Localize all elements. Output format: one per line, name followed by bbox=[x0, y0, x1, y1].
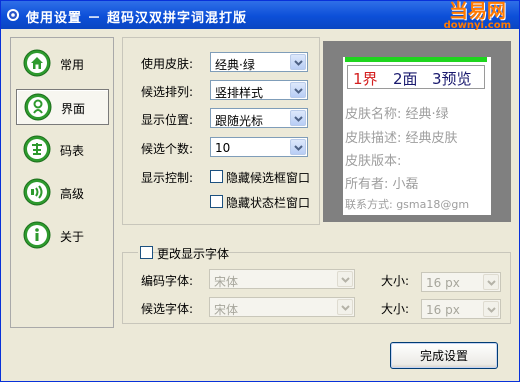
code-size-select[interactable]: 16 px bbox=[421, 272, 501, 292]
skin-label: 使用皮肤: bbox=[141, 57, 194, 71]
nav-item-advanced[interactable]: 高级 bbox=[16, 175, 109, 211]
candidate-font-select[interactable]: 宋体 bbox=[209, 297, 355, 317]
hide-status-bar-checkbox[interactable] bbox=[210, 195, 223, 208]
window-title: 使用设置 － 超码汉双拼字词混打版 bbox=[26, 11, 248, 26]
code-font-select[interactable]: 宋体 bbox=[209, 269, 355, 289]
layout-select[interactable]: 竖排样式 bbox=[210, 80, 308, 100]
candidate-font-label: 候选字体: bbox=[141, 302, 194, 316]
nav-item-interface[interactable]: 界面 bbox=[16, 89, 109, 125]
gear-icon bbox=[7, 9, 19, 21]
preview-accent-bar bbox=[345, 57, 487, 62]
position-select[interactable]: 跟随光标 bbox=[210, 108, 308, 128]
hide-candidate-window-label[interactable]: 隐藏候选框窗口 bbox=[226, 169, 310, 186]
count-select-value: 10 bbox=[215, 141, 231, 155]
nav-label-general: 常用 bbox=[60, 58, 85, 72]
font-group-legend: 更改显示字体 bbox=[138, 244, 229, 261]
count-select[interactable]: 10 bbox=[210, 137, 308, 157]
chevron-down-icon bbox=[294, 116, 303, 122]
nav-label-interface: 界面 bbox=[61, 102, 86, 116]
skin-select-value: 经典·绿 bbox=[215, 58, 255, 72]
preview-candidate-3: 3预览 bbox=[432, 70, 472, 88]
preview-info-version: 皮肤版本: bbox=[345, 154, 402, 169]
preview-card: 1界 2面 3预览 皮肤名称: 经典·绿 皮肤描述: 经典皮肤 皮肤版本: 所有… bbox=[343, 57, 491, 215]
position-label: 显示位置: bbox=[141, 113, 194, 127]
candidate-size-label: 大小: bbox=[381, 302, 410, 316]
nav-item-about[interactable]: 关于 bbox=[16, 218, 109, 254]
hide-candidate-window-checkbox[interactable] bbox=[210, 170, 223, 183]
position-select-value: 跟随光标 bbox=[215, 114, 264, 128]
watermark-cn: 当易网 bbox=[448, 0, 506, 22]
nav-label-about: 关于 bbox=[60, 230, 85, 244]
layout-dropdown-button[interactable] bbox=[290, 82, 306, 98]
nav-item-codetable[interactable]: 码表 bbox=[16, 132, 109, 168]
preview-candidate-box: 1界 2面 3预览 bbox=[347, 65, 485, 89]
preview-info-name: 皮肤名称: 经典·绿 bbox=[345, 107, 449, 122]
preview-info-contact: 联系方式: gsma18@gm bbox=[345, 198, 470, 211]
home-icon bbox=[23, 49, 51, 77]
watermark-en: downyi.com bbox=[443, 20, 511, 31]
code-font-value: 宋体 bbox=[214, 275, 239, 289]
title-bar[interactable]: 使用设置 － 超码汉双拼字词混打版 当易网 downyi.com bbox=[1, 1, 519, 31]
candidate-size-value: 16 px bbox=[426, 303, 460, 317]
candidate-size-select[interactable]: 16 px bbox=[421, 299, 501, 319]
signal-icon bbox=[23, 178, 51, 206]
candidate-size-dropdown-button[interactable] bbox=[483, 301, 499, 317]
dictionary-icon bbox=[23, 135, 51, 163]
count-label: 候选个数: bbox=[141, 142, 194, 156]
finish-settings-button[interactable]: 完成设置 bbox=[390, 342, 498, 369]
skin-dropdown-button[interactable] bbox=[290, 54, 306, 70]
sidebar-nav: 常用 界面 码表 高级 关于 bbox=[10, 37, 114, 328]
chevron-down-icon bbox=[341, 277, 350, 283]
code-font-label: 编码字体: bbox=[141, 274, 194, 288]
change-font-checkbox[interactable] bbox=[140, 246, 153, 259]
position-dropdown-button[interactable] bbox=[290, 110, 306, 126]
watermark-logo: 当易网 downyi.com bbox=[444, 2, 511, 31]
chevron-down-icon bbox=[294, 60, 303, 66]
nav-label-advanced: 高级 bbox=[60, 187, 85, 201]
layout-label: 候选排列: bbox=[141, 85, 194, 99]
change-font-label[interactable]: 更改显示字体 bbox=[157, 245, 229, 262]
skin-select[interactable]: 经典·绿 bbox=[210, 52, 308, 72]
count-dropdown-button[interactable] bbox=[290, 139, 306, 155]
skin-icon bbox=[24, 93, 52, 121]
code-font-dropdown-button[interactable] bbox=[337, 271, 353, 287]
chevron-down-icon bbox=[487, 307, 496, 313]
chevron-down-icon bbox=[294, 88, 303, 94]
display-control-label: 显示控制: bbox=[141, 171, 194, 185]
chevron-down-icon bbox=[487, 280, 496, 286]
info-icon bbox=[23, 221, 51, 249]
preview-candidate-2: 2面 bbox=[393, 70, 418, 88]
code-size-dropdown-button[interactable] bbox=[483, 274, 499, 290]
preview-info-desc: 皮肤描述: 经典皮肤 bbox=[345, 131, 458, 146]
code-size-value: 16 px bbox=[426, 276, 460, 290]
candidate-font-dropdown-button[interactable] bbox=[337, 299, 353, 315]
nav-label-codetable: 码表 bbox=[60, 144, 85, 158]
layout-select-value: 竖排样式 bbox=[215, 86, 264, 100]
hide-status-bar-label[interactable]: 隐藏状态栏窗口 bbox=[226, 194, 310, 211]
skin-preview: 1界 2面 3预览 皮肤名称: 经典·绿 皮肤描述: 经典皮肤 皮肤版本: 所有… bbox=[323, 41, 511, 222]
code-size-label: 大小: bbox=[381, 274, 410, 288]
preview-candidate-1: 1界 bbox=[353, 70, 378, 88]
preview-info-owner: 所有者: 小磊 bbox=[345, 177, 419, 192]
settings-window: 使用设置 － 超码汉双拼字词混打版 当易网 downyi.com 常用 界面 码… bbox=[0, 0, 520, 382]
candidate-font-value: 宋体 bbox=[214, 303, 239, 317]
chevron-down-icon bbox=[341, 305, 350, 311]
nav-item-general[interactable]: 常用 bbox=[16, 46, 109, 82]
chevron-down-icon bbox=[294, 145, 303, 151]
